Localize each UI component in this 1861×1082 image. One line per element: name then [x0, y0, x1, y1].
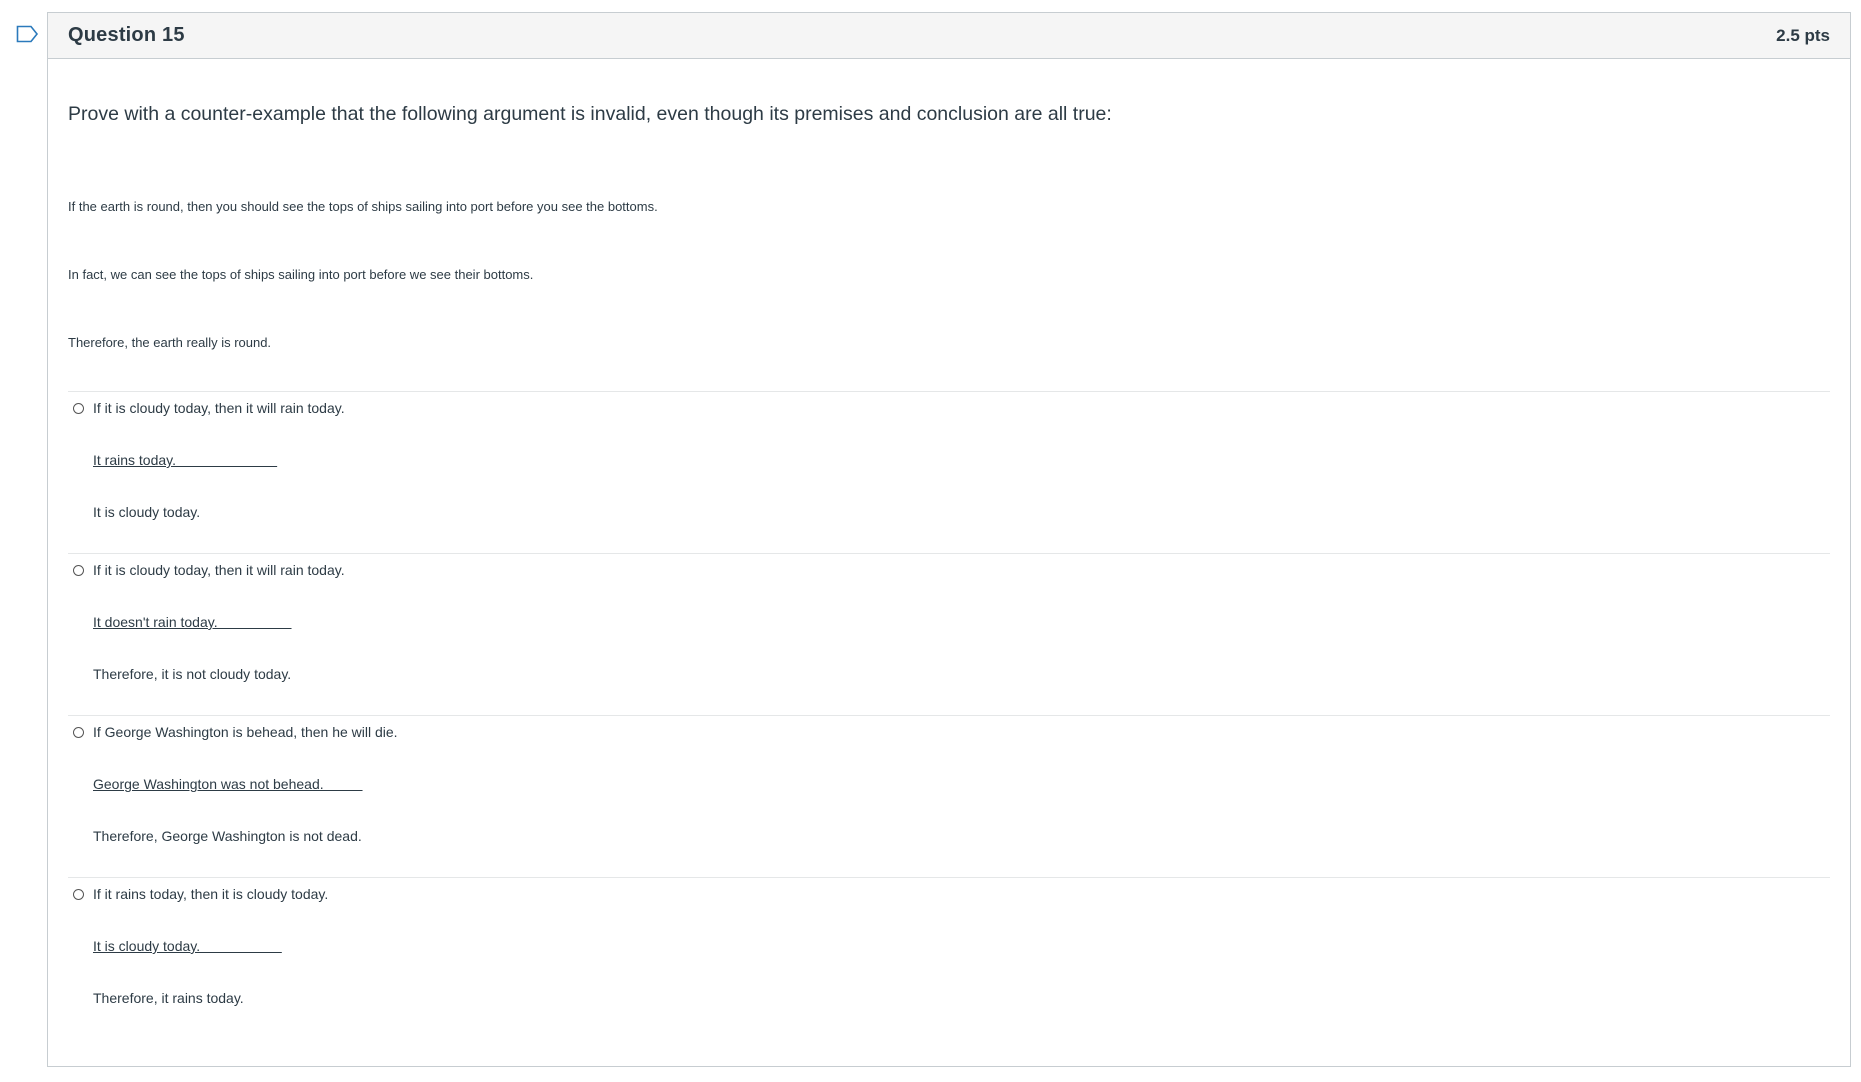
question-title: Question 15	[68, 24, 185, 46]
answer-line: It rains today.	[93, 452, 278, 468]
answer-line: Therefore, it is not cloudy today.	[93, 666, 292, 682]
answer-line: If George Washington is behead, then he …	[93, 724, 398, 740]
question-header: Question 15 2.5 pts	[48, 13, 1850, 59]
answer-line: If it is cloudy today, then it will rain…	[93, 562, 345, 578]
answer-option[interactable]: If it is cloudy today, then it will rain…	[68, 554, 1830, 716]
premise-text: If the earth is round, then you should s…	[68, 199, 658, 214]
answer-line: If it rains today, then it is cloudy tod…	[93, 886, 329, 902]
answer-line: It is cloudy today.	[93, 504, 201, 520]
answer-line: It is cloudy today.	[93, 938, 282, 954]
flag-question-icon[interactable]	[16, 24, 40, 44]
answer-option[interactable]: If George Washington is behead, then he …	[68, 716, 1830, 878]
radio-button-icon[interactable]	[73, 889, 84, 900]
conclusion-text: Therefore, the earth really is round.	[68, 335, 272, 350]
answer-list: If it is cloudy today, then it will rain…	[68, 391, 1830, 1040]
answer-line: It doesn't rain today.	[93, 614, 292, 630]
radio-button-icon[interactable]	[73, 403, 84, 414]
answer-line: Therefore, it rains today.	[93, 990, 244, 1006]
radio-button-icon[interactable]	[73, 565, 84, 576]
answer-line: If it is cloudy today, then it will rain…	[93, 400, 345, 416]
question-prompt: Prove with a counter-example that the fo…	[68, 103, 1112, 125]
answer-option[interactable]: If it rains today, then it is cloudy tod…	[68, 878, 1830, 1040]
answer-line: George Washington was not behead.	[93, 776, 363, 792]
radio-button-icon[interactable]	[73, 727, 84, 738]
question-points: 2.5 pts	[1776, 25, 1830, 45]
premise-text: In fact, we can see the tops of ships sa…	[68, 267, 534, 282]
quiz-page: Question 15 2.5 pts Prove with a counter…	[0, 0, 1861, 1082]
question-body: Prove with a counter-example that the fo…	[48, 59, 1850, 1040]
answer-option[interactable]: If it is cloudy today, then it will rain…	[68, 392, 1830, 554]
question-card: Question 15 2.5 pts Prove with a counter…	[47, 12, 1851, 1067]
answer-line: Therefore, George Washington is not dead…	[93, 828, 362, 844]
